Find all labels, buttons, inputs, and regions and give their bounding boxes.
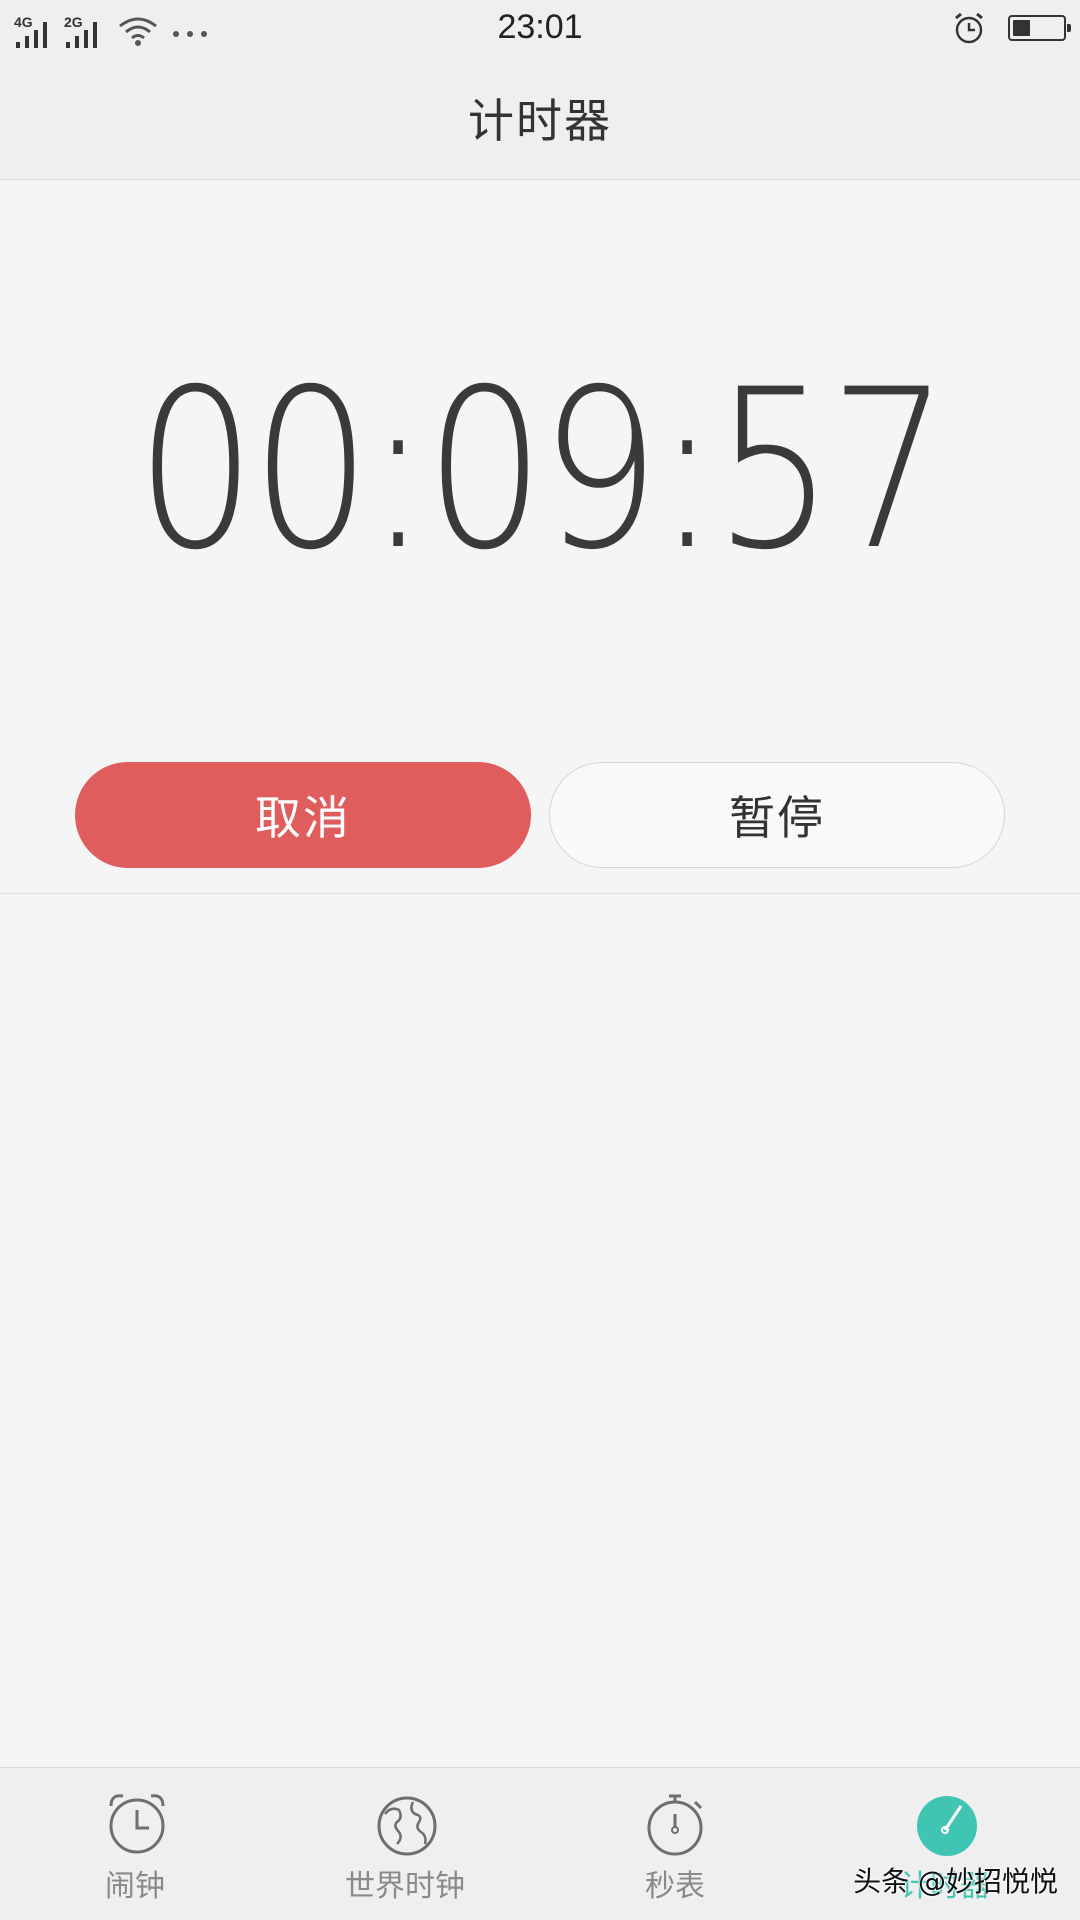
tab-world-clock-label: 世界时钟 [345,1869,465,1904]
pause-button[interactable]: 暂停 [549,762,1005,868]
tab-alarm-label: 闹钟 [105,1869,165,1904]
tab-alarm[interactable]: 闹钟 [0,1768,270,1920]
status-bar: 4G 2G 23:01 [0,0,1080,56]
tab-stopwatch[interactable]: 秒表 [540,1768,810,1920]
timer-display: 00:09:57 [135,342,950,598]
globe-icon [377,1796,437,1856]
page-title: 计时器 [468,93,612,148]
tab-world-clock[interactable]: 世界时钟 [270,1768,540,1920]
timer-panel: 00:09:57 取消 暂停 [0,180,1080,894]
stopwatch-icon [647,1794,703,1856]
status-time: 23:01 [497,8,583,46]
title-bar: 计时器 [0,56,1080,180]
alarm-icon [955,12,983,44]
watermark-text: 头条 @妙招悦悦 [853,1865,1058,1898]
battery-level [1013,20,1030,36]
alarm-clock-icon [109,1794,165,1854]
timer-icon [917,1796,977,1856]
tab-stopwatch-label: 秒表 [645,1869,705,1904]
clock-app-screen: 4G 2G 23:01 计时器 00:09:57 取消 暂停 闹钟 世界时钟 秒… [0,0,1080,1920]
battery-icon [1008,15,1071,41]
cancel-button[interactable]: 取消 [75,762,531,868]
status-right [952,10,1071,46]
